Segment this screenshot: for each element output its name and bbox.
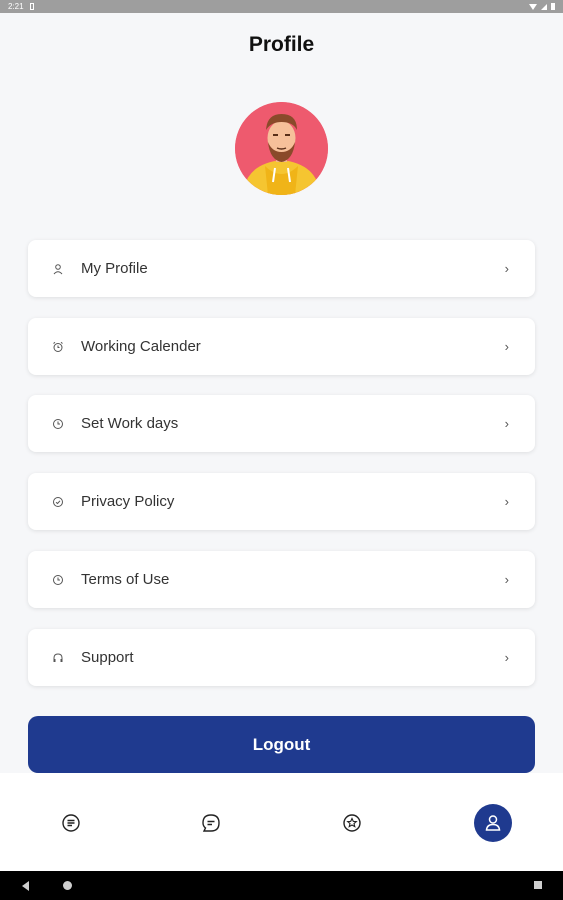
chevron-right-icon: › (504, 650, 509, 665)
status-bar: 2:21 (0, 0, 563, 13)
bottom-navigation (0, 773, 563, 871)
menu-item-label: Terms of Use (81, 571, 170, 588)
chat-icon (202, 814, 220, 832)
wifi-icon (529, 3, 537, 10)
back-icon[interactable] (22, 881, 29, 891)
menu-item-working-calender[interactable]: Working Calender › (28, 318, 535, 375)
chevron-right-icon: › (504, 416, 509, 431)
alarm-clock-icon (52, 341, 64, 353)
battery-icon (551, 3, 555, 10)
status-time: 2:21 (8, 2, 24, 11)
menu-item-label: My Profile (81, 260, 148, 277)
nav-tab-profile[interactable] (474, 804, 512, 842)
nav-tab-favorites[interactable] (333, 804, 371, 842)
user-icon (52, 263, 64, 275)
avatar[interactable] (235, 102, 328, 195)
signal-icon (541, 3, 547, 10)
clock-icon (52, 418, 64, 430)
menu-item-label: Privacy Policy (81, 493, 175, 510)
system-navigation-bar (0, 871, 563, 900)
list-icon (62, 814, 80, 832)
chevron-right-icon: › (504, 339, 509, 354)
chevron-right-icon: › (504, 494, 509, 509)
menu-item-label: Set Work days (81, 415, 179, 432)
menu-item-label: Working Calender (81, 338, 201, 355)
menu-item-label: Support (81, 649, 134, 666)
chevron-right-icon: › (504, 572, 509, 587)
menu-item-privacy-policy[interactable]: Privacy Policy › (28, 473, 535, 530)
recent-apps-icon[interactable] (534, 881, 542, 889)
sim-icon (29, 3, 34, 10)
chevron-right-icon: › (504, 261, 509, 276)
menu-item-set-work-days[interactable]: Set Work days › (28, 395, 535, 452)
menu-item-support[interactable]: Support › (28, 629, 535, 686)
menu-item-my-profile[interactable]: My Profile › (28, 240, 535, 297)
menu-item-terms-of-use[interactable]: Terms of Use › (28, 551, 535, 608)
user-icon (485, 815, 501, 831)
headphones-icon (52, 652, 64, 664)
nav-tab-chat[interactable] (192, 804, 230, 842)
avatar-illustration (235, 102, 328, 195)
page-title: Profile (248, 33, 315, 56)
logout-button[interactable]: Logout (28, 716, 535, 773)
nav-tab-list[interactable] (52, 804, 90, 842)
shield-check-icon (52, 496, 64, 508)
clock-icon (52, 574, 64, 586)
star-badge-icon (343, 814, 361, 832)
home-icon[interactable] (63, 881, 72, 890)
